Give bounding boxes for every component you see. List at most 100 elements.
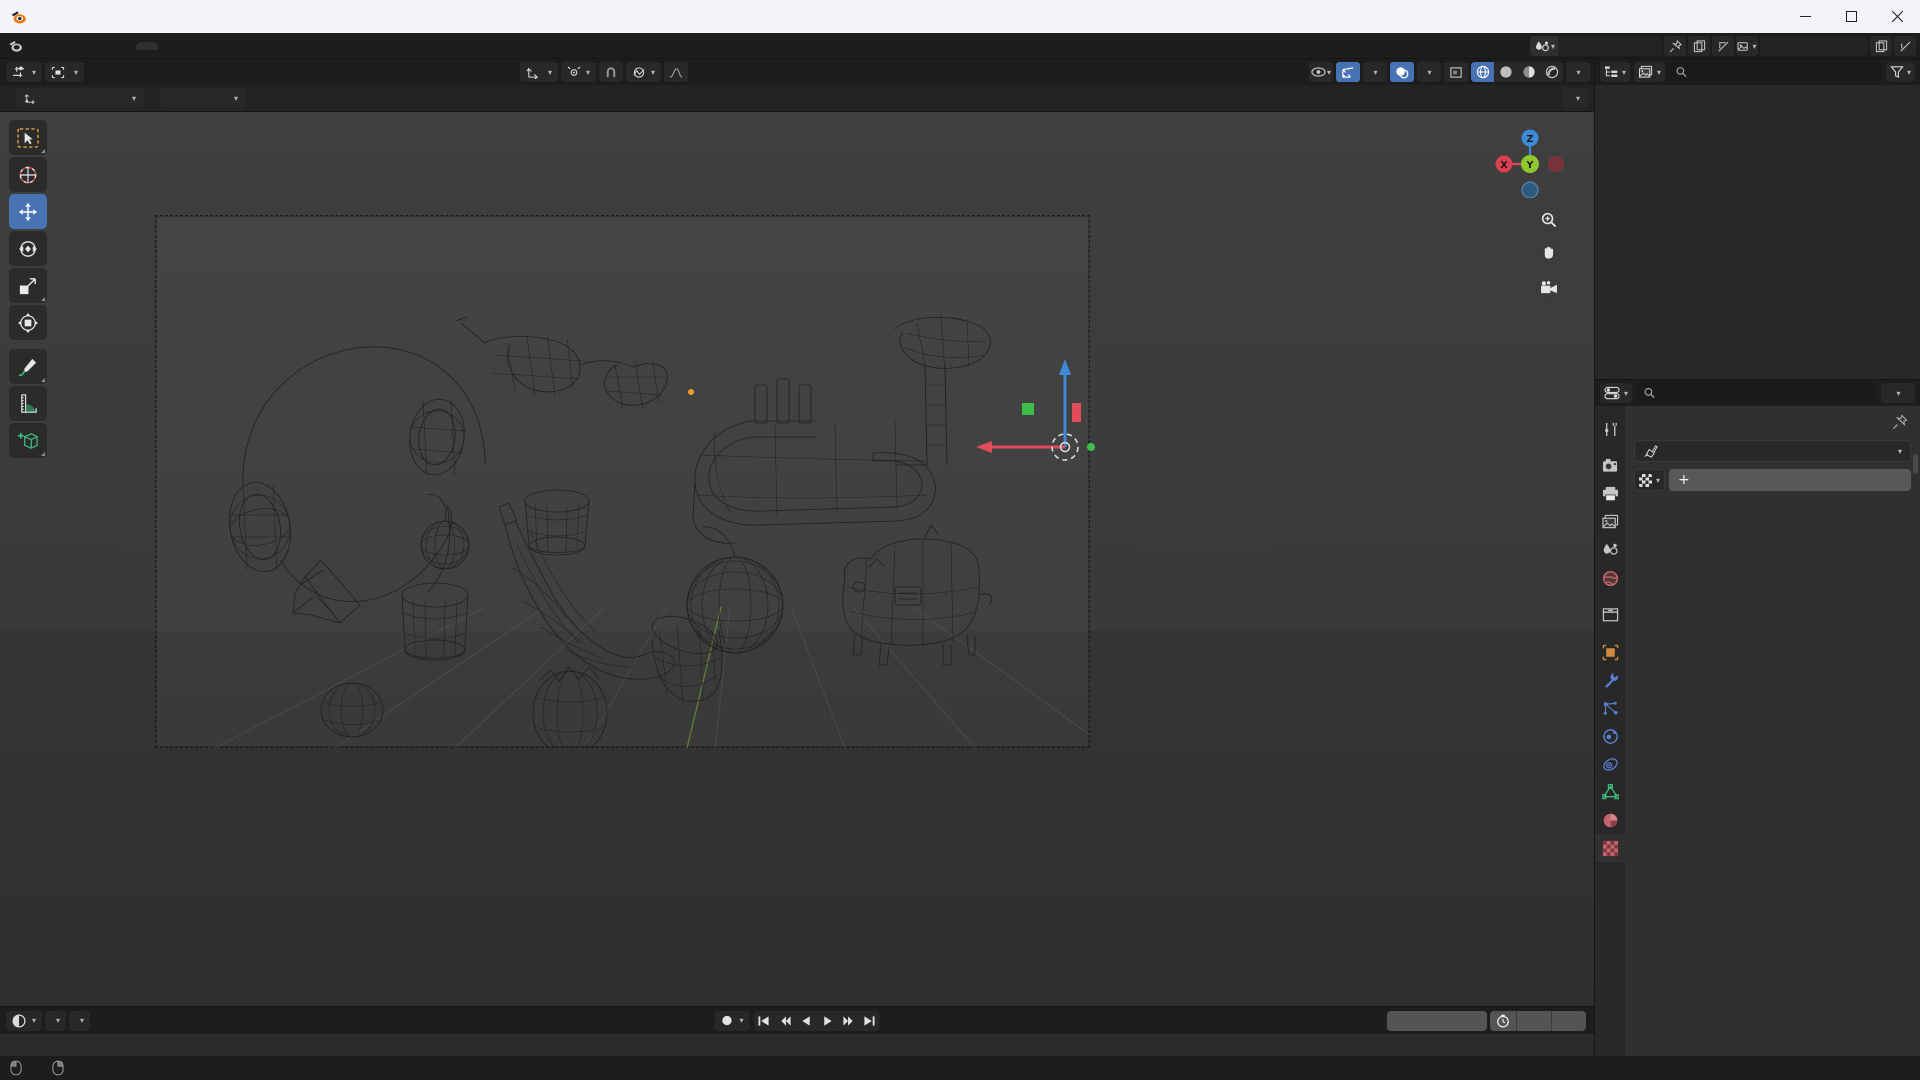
wireframe-shading-icon[interactable] (1471, 62, 1494, 82)
new-texture-button[interactable]: + (1669, 469, 1911, 491)
tab-layout[interactable] (136, 41, 158, 50)
view-layer-tab[interactable] (1595, 508, 1625, 536)
play-button[interactable] (817, 1011, 838, 1031)
browse-texture-button[interactable]: ▾ (1634, 469, 1666, 491)
overlays-dropdown-icon[interactable]: ▾ (1417, 62, 1441, 82)
menu-file[interactable] (34, 43, 52, 49)
editor-type-button[interactable]: ▾ (6, 62, 43, 82)
gizmo-toggle-icon[interactable] (1336, 62, 1360, 82)
camera-view-icon[interactable] (1536, 275, 1562, 301)
properties-options-button[interactable]: ▾ (1881, 383, 1915, 403)
outliner-search-input[interactable] (1669, 62, 1882, 82)
constraints-tab[interactable] (1595, 750, 1625, 778)
tab-sculpting[interactable] (180, 42, 202, 50)
viewlayer-browse-icon[interactable]: ▾ (1736, 36, 1758, 56)
proportional-edit-selector[interactable]: ▾ (626, 62, 662, 82)
timeline-menu-view[interactable] (93, 1019, 109, 1023)
viewlayer-name-field[interactable] (1760, 36, 1868, 56)
snap-magnet-icon[interactable] (599, 62, 624, 82)
overlays-toggle-icon[interactable] (1390, 62, 1414, 82)
timeline-menu-marker[interactable] (112, 1019, 128, 1023)
pan-view-icon[interactable] (1536, 239, 1562, 265)
zoom-view-icon[interactable] (1536, 207, 1562, 233)
tab-uv-editing[interactable] (202, 42, 224, 50)
solid-shading-icon[interactable] (1494, 62, 1517, 82)
menu-window[interactable] (88, 43, 106, 49)
tab-geometry-nodes[interactable] (334, 42, 356, 50)
orientation-dropdown[interactable]: ▾ (16, 88, 144, 108)
scene-name-field[interactable] (1558, 36, 1662, 56)
timeline-menu-keying[interactable]: ▾ (69, 1010, 91, 1031)
add-cube-tool[interactable] (9, 423, 47, 458)
viewport-menu-select[interactable] (106, 70, 122, 74)
material-tab[interactable] (1595, 806, 1625, 834)
properties-search-input[interactable] (1637, 383, 1876, 403)
new-scene-icon[interactable] (1688, 36, 1710, 56)
modifier-tab[interactable] (1595, 666, 1625, 694)
properties-scrollbar[interactable] (1913, 454, 1918, 474)
maximize-button[interactable] (1828, 0, 1874, 33)
outliner-editor-type-button[interactable]: ▾ (1600, 62, 1631, 82)
outliner-filter-button[interactable]: ▾ (1885, 62, 1915, 82)
xray-toggle-icon[interactable] (1444, 62, 1468, 82)
start-frame-field[interactable] (1517, 1011, 1551, 1031)
tool-tab[interactable] (1595, 415, 1625, 443)
transform-tool[interactable] (9, 305, 47, 340)
tab-modeling[interactable] (158, 42, 180, 50)
tab-animation[interactable] (268, 42, 290, 50)
close-button[interactable] (1874, 0, 1920, 33)
menu-help[interactable] (106, 43, 124, 49)
scale-tool[interactable] (9, 268, 47, 303)
jump-prev-keyframe-button[interactable] (775, 1011, 796, 1031)
move-tool[interactable] (9, 194, 47, 229)
physics-tab[interactable] (1595, 722, 1625, 750)
jump-to-end-button[interactable] (859, 1011, 880, 1031)
outliner-tree[interactable] (1595, 85, 1920, 379)
new-viewlayer-icon[interactable] (1870, 36, 1892, 56)
scene-selector[interactable]: ▾ (1529, 36, 1662, 56)
remove-viewlayer-icon[interactable] (1894, 36, 1916, 56)
menu-edit[interactable] (52, 43, 70, 49)
viewport-menu-view[interactable] (87, 70, 103, 74)
tweak-select-tool[interactable] (9, 120, 47, 155)
render-tab[interactable] (1595, 452, 1625, 480)
properties-editor-type-button[interactable]: ▾ (1600, 383, 1633, 403)
menu-render[interactable] (70, 43, 88, 49)
minimize-button[interactable] (1782, 0, 1828, 33)
world-tab[interactable] (1595, 564, 1625, 592)
snap-target-selector[interactable]: ▾ (561, 62, 597, 82)
pin-scene-icon[interactable] (1664, 36, 1686, 56)
current-frame-field[interactable] (1387, 1010, 1487, 1031)
drag-dropdown[interactable]: ▾ (160, 88, 246, 108)
jump-to-start-button[interactable] (754, 1011, 775, 1031)
tab-shading[interactable] (246, 42, 268, 50)
viewport-menu-object[interactable] (144, 70, 160, 74)
object-tab[interactable] (1595, 638, 1625, 666)
timeline-editor-type-button[interactable]: ▾ (6, 1010, 43, 1031)
viewport-menu-add[interactable] (125, 70, 141, 74)
texture-type-dropdown[interactable]: ▾ (1634, 440, 1911, 462)
tab-scripting[interactable] (356, 42, 378, 50)
rotate-tool[interactable] (9, 231, 47, 266)
tab-compositing[interactable] (312, 42, 334, 50)
tab-texture-paint[interactable] (224, 42, 246, 50)
move-gizmo[interactable] (960, 357, 1100, 477)
auto-keying-toggle[interactable]: ▾ (714, 1010, 750, 1031)
data-tab[interactable] (1595, 778, 1625, 806)
proportional-falloff-icon[interactable] (664, 62, 689, 82)
properties-search-field[interactable] (1661, 386, 1869, 400)
scene-browse-icon[interactable]: ▾ (1529, 36, 1558, 56)
material-preview-shading-icon[interactable] (1517, 62, 1540, 82)
outliner-display-mode-button[interactable]: ▾ (1634, 62, 1666, 82)
texture-tab[interactable] (1595, 834, 1625, 862)
annotate-tool[interactable] (9, 349, 47, 384)
measure-tool[interactable] (9, 386, 47, 421)
outliner-search-field[interactable] (1693, 65, 1875, 79)
pin-id-icon[interactable] (1892, 414, 1908, 430)
transform-orientation-selector[interactable]: ▾ (520, 62, 559, 82)
use-preview-range-icon[interactable] (1490, 1011, 1516, 1031)
jump-next-keyframe-button[interactable] (838, 1011, 859, 1031)
shading-dropdown-icon[interactable]: ▾ (1566, 62, 1590, 82)
tab-rendering[interactable] (290, 42, 312, 50)
end-frame-field[interactable] (1552, 1011, 1586, 1031)
